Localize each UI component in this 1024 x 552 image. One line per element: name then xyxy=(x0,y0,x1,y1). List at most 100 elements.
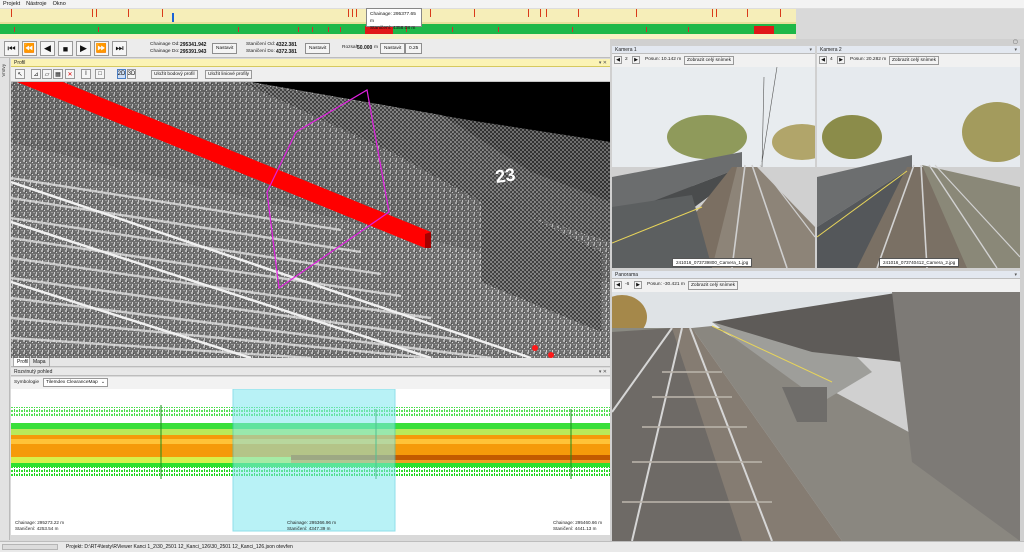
layers-sidebar-label: Vrstvy xyxy=(1,64,6,77)
progress-bar xyxy=(2,544,58,550)
camera1-title-text: Kamera 1 xyxy=(615,47,637,53)
menu-projekt[interactable]: Projekt xyxy=(3,1,20,7)
panorama-shift: Posun: -30.421 m xyxy=(647,282,685,287)
panorama-show-full-button[interactable]: Zobrazit celý snímek xyxy=(688,281,738,290)
tooltip-chainage: Chainage: 295377.65 m xyxy=(370,12,416,24)
profile-tab-strip: Profil Mapa xyxy=(11,358,610,367)
frame-icon[interactable]: □ xyxy=(95,69,105,79)
panorama-title-text: Panorama xyxy=(615,272,639,278)
panel-pin-icon[interactable]: ▾ ✕ xyxy=(599,59,607,67)
camera2-title-text: Kamera 2 xyxy=(820,47,842,53)
measure-tool-icon[interactable]: ⊿ xyxy=(31,69,41,79)
left-station: Staničení: 4253.54 m xyxy=(15,526,59,531)
navigation-toolbar: ⏮ ⏪ ◀ ■ ▶ ⏩ ⏭ Chainage Od: 295341.942 Ch… xyxy=(0,39,610,58)
camera2-show-full-button[interactable]: Zobrazit celý snímek xyxy=(889,56,939,65)
camera2-image: 241016_073740412_Camera_2.jpg xyxy=(817,67,1020,268)
camera2-caption: 241016_073740412_Camera_2.jpg xyxy=(879,258,960,267)
profile-toolbar: ↖ ⊿ ▱ ▦ ✕ I □ 2D 3D Uložit bodový profil… xyxy=(11,67,610,82)
chainage-to-value[interactable]: 295391.943 xyxy=(180,49,206,55)
menu-nastroje[interactable]: Nástroje xyxy=(26,1,46,7)
unrolled-view[interactable]: Chainage: 295273.22 m Staničení: 4253.54… xyxy=(11,389,610,535)
panorama-index: -6 xyxy=(625,282,630,287)
panorama-title: Panorama ▾ xyxy=(612,271,1020,279)
detail-panel-controls-icon[interactable]: ▾ ✕ xyxy=(599,368,607,376)
camera1-caption: 241016_073739800_Camera_1.jpg xyxy=(672,258,753,267)
ruler-icon[interactable]: I xyxy=(81,69,91,79)
camera2-index: 4 xyxy=(830,57,833,62)
detail-title-text: Rozvinutý pohled xyxy=(14,369,53,375)
camera1-next-icon[interactable]: ▶ xyxy=(632,56,640,64)
camera1-title: Kamera 1 ▾ xyxy=(612,46,815,54)
point-cloud-view[interactable]: 23 xyxy=(11,82,610,358)
camera1-show-full-button[interactable]: Zobrazit celý snímek xyxy=(684,56,734,65)
set-range-button[interactable]: Nastavit xyxy=(380,43,406,54)
last-icon[interactable]: ⏭ xyxy=(112,41,127,56)
tab-mapa[interactable]: Mapa xyxy=(29,358,50,367)
camera2-menu-icon[interactable]: ▾ xyxy=(1014,46,1017,54)
play-icon[interactable]: ▶ xyxy=(76,41,91,56)
station-from-value[interactable]: 4322.381 xyxy=(276,42,297,48)
mode-2d-button[interactable]: 2D xyxy=(117,69,126,79)
panorama-next-icon[interactable]: ▶ xyxy=(634,281,642,289)
camera2-prev-icon[interactable]: ◀ xyxy=(819,56,827,64)
profile-panel-title: Profil ▾ ✕ xyxy=(11,59,610,67)
chevron-down-icon: ⌄ xyxy=(100,380,105,385)
station-from-label: Staničení Od: xyxy=(246,42,276,47)
detail-panel-title: Rozvinutý pohled ▾ ✕ xyxy=(11,368,610,376)
panorama-prev-icon[interactable]: ◀ xyxy=(614,281,622,289)
symbology-label: Symbologie xyxy=(14,380,40,385)
delete-icon[interactable]: ✕ xyxy=(65,69,75,79)
camera1-photo xyxy=(612,67,815,268)
menu-bar: Projekt Nástroje Okno xyxy=(0,0,1024,9)
set-chainage-button[interactable]: Nastavit xyxy=(212,43,238,54)
camera2-next-icon[interactable]: ▶ xyxy=(837,56,845,64)
station-to-label: Staničení Do: xyxy=(246,49,275,54)
stop-icon[interactable]: ■ xyxy=(58,41,73,56)
camera2-shift: Posun: 20.282 m xyxy=(850,57,887,62)
camera1-prev-icon[interactable]: ◀ xyxy=(614,56,622,64)
mid-station: Staničení: 4347.39 m xyxy=(287,526,331,531)
right-station: Staničení: 4441.13 m xyxy=(553,526,597,531)
clearance-map-canvas[interactable] xyxy=(11,389,610,535)
status-bar: Projekt: D:\RT4\testy\RViewer Kanci 1_2\… xyxy=(0,541,1024,552)
grid-tool-icon[interactable]: ▦ xyxy=(53,69,63,79)
area-tool-icon[interactable]: ▱ xyxy=(42,69,52,79)
camera1-index: 2 xyxy=(625,57,628,62)
status-project-text: Projekt: D:\RT4\testy\RViewer Kanci 1_2\… xyxy=(66,544,293,550)
symbology-value: TileIndex ClearanceMap xyxy=(46,380,98,385)
panorama-image xyxy=(612,292,1020,541)
area-maximize-icon[interactable]: ▢ xyxy=(1013,39,1021,45)
station-to-value[interactable]: 4372.381 xyxy=(276,49,297,55)
camera2-title: Kamera 2 ▾ xyxy=(817,46,1020,54)
save-line-profiles-button[interactable]: Uložit liniové profily xyxy=(205,70,253,79)
chainage-from-label: Chainage Od: xyxy=(150,42,180,47)
platform-marker-23: 23 xyxy=(494,164,517,187)
menu-okno[interactable]: Okno xyxy=(53,1,66,7)
tooltip-station: Staničení: 4358.08 m xyxy=(370,26,416,31)
profile-title-text: Profil xyxy=(14,60,26,66)
camera1-shift: Posun: 10.142 m xyxy=(645,57,682,62)
point-cloud-canvas[interactable]: 23 xyxy=(11,82,610,358)
camera2-controls: ◀ 4 ▶ Posun: 20.282 m Zobrazit celý sním… xyxy=(817,54,1020,67)
mode-3d-button[interactable]: 3D xyxy=(127,69,136,79)
select-tool-icon[interactable]: ↖ xyxy=(15,69,25,79)
save-point-profile-button[interactable]: Uložit bodový profil xyxy=(151,70,198,79)
panorama-photo xyxy=(612,292,1020,541)
range-value[interactable]: 50.000 xyxy=(357,45,372,51)
set-station-button[interactable]: Nastavit xyxy=(305,43,331,54)
step-value-button[interactable]: 0.25 xyxy=(405,43,423,54)
play-back-icon[interactable]: ◀ xyxy=(40,41,55,56)
panorama-menu-icon[interactable]: ▾ xyxy=(1014,271,1017,279)
step-forward-icon[interactable]: ⏩ xyxy=(94,41,109,56)
step-back-icon[interactable]: ⏪ xyxy=(22,41,37,56)
camera2-photo xyxy=(817,67,1020,268)
camera1-image: 241016_073739800_Camera_1.jpg xyxy=(612,67,815,268)
chainage-from-value[interactable]: 295341.942 xyxy=(180,42,206,48)
symbology-row: Symbologie TileIndex ClearanceMap ⌄ xyxy=(11,377,610,389)
first-icon[interactable]: ⏮ xyxy=(4,41,19,56)
camera1-menu-icon[interactable]: ▾ xyxy=(809,46,812,54)
symbology-select[interactable]: TileIndex ClearanceMap ⌄ xyxy=(43,378,108,387)
chainage-to-label: Chainage Do: xyxy=(150,49,180,54)
range-unit: m xyxy=(374,45,378,50)
layers-sidebar[interactable]: Vrstvy xyxy=(0,58,10,540)
